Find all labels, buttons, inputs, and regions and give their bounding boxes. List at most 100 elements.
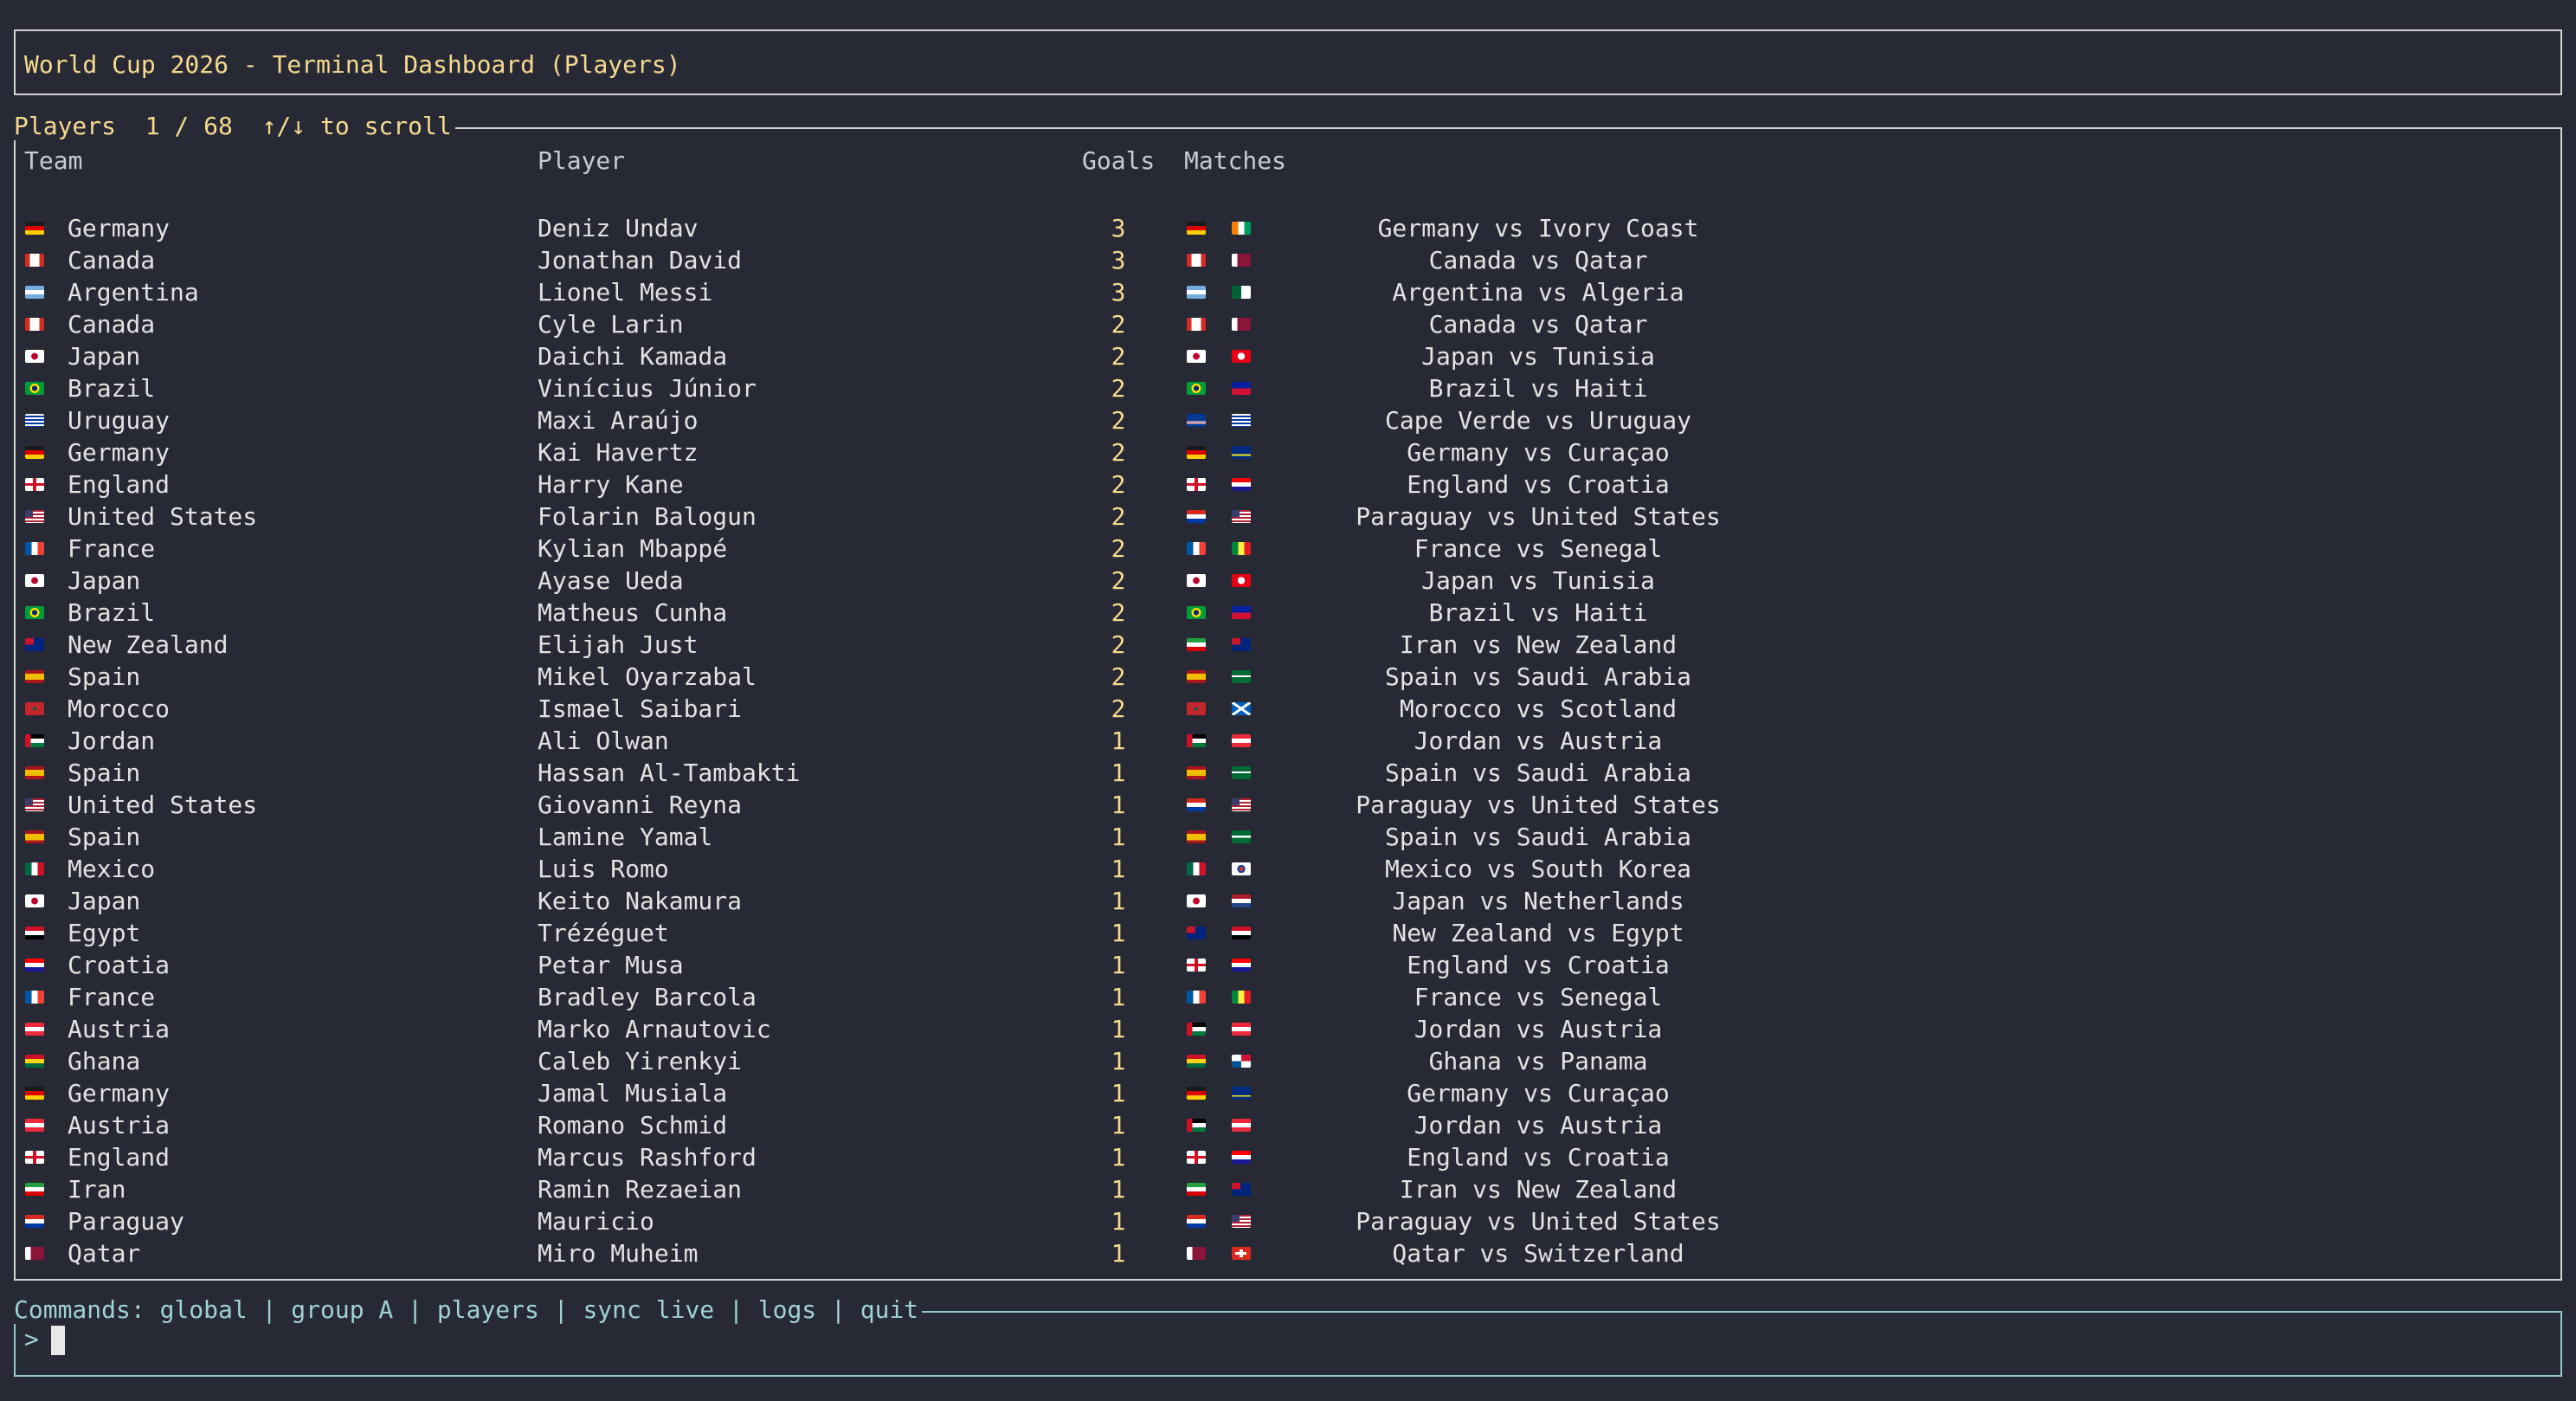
- jordan-flag-icon: [1187, 734, 1206, 747]
- paraguay-flag-icon: [1187, 798, 1206, 811]
- players-panel[interactable]: Players 1 / 68 ↑/↓ to scroll Team Player…: [14, 112, 2562, 1281]
- table-row[interactable]: Paraguay Mauricio 1 Paraguay vs United Stat…: [16, 1205, 2560, 1237]
- croatia-flag-icon: [1232, 478, 1251, 491]
- table-row[interactable]: Mexico Luis Romo 1 Mexico vs South Korea: [16, 853, 2560, 885]
- match-label: Jordan vs Austria: [1414, 1015, 1663, 1043]
- table-row[interactable]: Germany Kai Havertz 2 Germany vs Curaçao: [16, 436, 2560, 468]
- goals-count: 1: [1111, 1111, 1126, 1140]
- japan-flag-icon: [25, 894, 44, 907]
- goals-count: 3: [1111, 246, 1126, 274]
- goals-count: 1: [1111, 1239, 1126, 1268]
- table-row[interactable]: United States Giovanni Reyna 1 Paraguay vs …: [16, 789, 2560, 821]
- player-name: Keito Nakamura: [538, 887, 743, 915]
- qatar-flag-icon: [1232, 254, 1251, 267]
- table-row[interactable]: Uruguay Maxi Araújo 2 Cape Verde vs Uruguay: [16, 404, 2560, 436]
- command-input[interactable]: >: [24, 1325, 65, 1355]
- table-row[interactable]: Austria Marko Arnautovic 1 Jordan vs Austri…: [16, 1013, 2560, 1045]
- table-row[interactable]: France Kylian Mbappé 2 France vs Senegal: [16, 533, 2560, 565]
- table-row[interactable]: France Bradley Barcola 1 France vs Senegal: [16, 981, 2560, 1013]
- table-row[interactable]: Croatia Petar Musa 1 England vs Croatia: [16, 949, 2560, 981]
- saudi-arabia-flag-icon: [1232, 670, 1251, 683]
- player-name: Deniz Undav: [538, 214, 699, 242]
- germany-flag-icon: [1187, 222, 1206, 235]
- table-row[interactable]: Austria Romano Schmid 1 Jordan vs Austria: [16, 1109, 2560, 1141]
- south-korea-flag-icon: [1232, 862, 1251, 875]
- team-name: New Zealand: [68, 630, 229, 659]
- table-row[interactable]: England Marcus Rashford 1 England vs Croati…: [16, 1141, 2560, 1173]
- new-zealand-flag-icon: [25, 638, 44, 651]
- table-row[interactable]: Japan Keito Nakamura 1 Japan vs Netherlands: [16, 885, 2560, 917]
- team-name: Japan: [68, 342, 141, 371]
- match-label: Iran vs New Zealand: [1399, 1175, 1678, 1204]
- player-name: Marcus Rashford: [538, 1143, 757, 1172]
- team-name: Austria: [68, 1111, 171, 1140]
- table-row[interactable]: Spain Hassan Al-Tambakti 1 Spain vs Saudi A…: [16, 757, 2560, 789]
- germany-flag-icon: [25, 1087, 44, 1100]
- table-row[interactable]: Brazil Matheus Cunha 2 Brazil vs Haiti: [16, 597, 2560, 629]
- table-row[interactable]: Ghana Caleb Yirenkyi 1 Ghana vs Panama: [16, 1045, 2560, 1077]
- player-name: Bradley Barcola: [538, 983, 757, 1011]
- germany-flag-icon: [1187, 1087, 1206, 1100]
- match-label: England vs Croatia: [1407, 951, 1670, 979]
- match-label: Japan vs Netherlands: [1392, 887, 1684, 915]
- table-row[interactable]: Germany Jamal Musiala 1 Germany vs Curaçao: [16, 1077, 2560, 1109]
- team-name: Uruguay: [68, 406, 171, 435]
- player-name: Luis Romo: [538, 855, 669, 883]
- goals-count: 2: [1111, 374, 1126, 403]
- match-label: France vs Senegal: [1414, 534, 1663, 563]
- table-row[interactable]: Morocco Ismael Saibari 2 Morocco vs Scotlan…: [16, 693, 2560, 725]
- match-label: Spain vs Saudi Arabia: [1384, 759, 1691, 787]
- team-name: England: [68, 1143, 171, 1172]
- match-label: England vs Croatia: [1407, 1143, 1670, 1172]
- goals-count: 2: [1111, 310, 1126, 339]
- team-name: Iran: [68, 1175, 126, 1204]
- player-name: Romano Schmid: [538, 1111, 728, 1140]
- qatar-flag-icon: [1187, 1247, 1206, 1260]
- player-name: Harry Kane: [538, 470, 684, 499]
- scotland-flag-icon: [1232, 702, 1251, 715]
- table-row[interactable]: Canada Cyle Larin 2 Canada vs Qatar: [16, 308, 2560, 340]
- ghana-flag-icon: [1187, 1055, 1206, 1068]
- team-name: Germany: [68, 214, 171, 242]
- table-row[interactable]: Spain Mikel Oyarzabal 2 Spain vs Saudi Arab…: [16, 661, 2560, 693]
- table-row[interactable]: Qatar Miro Muheim 1 Qatar vs Switzerland: [16, 1237, 2560, 1269]
- spain-flag-icon: [1187, 766, 1206, 779]
- table-row[interactable]: Jordan Ali Olwan 1 Jordan vs Austria: [16, 725, 2560, 757]
- matches-column-header: Matches: [1184, 146, 1287, 175]
- table-row[interactable]: England Harry Kane 2 England vs Croatia: [16, 468, 2560, 500]
- saudi-arabia-flag-icon: [1232, 830, 1251, 843]
- match-label: Paraguay vs United States: [1356, 502, 1721, 531]
- algeria-flag-icon: [1232, 286, 1251, 299]
- table-row[interactable]: Brazil Vinícius Júnior 2 Brazil vs Haiti: [16, 372, 2560, 404]
- player-name: Daichi Kamada: [538, 342, 728, 371]
- canada-flag-icon: [1187, 318, 1206, 331]
- cape-verde-flag-icon: [1187, 414, 1206, 427]
- table-row[interactable]: New Zealand Elijah Just 2 Iran vs New Zeala…: [16, 629, 2560, 661]
- table-row[interactable]: Iran Ramin Rezaeian 1 Iran vs New Zealand: [16, 1173, 2560, 1205]
- team-name: United States: [68, 791, 258, 819]
- table-row[interactable]: Spain Lamine Yamal 1 Spain vs Saudi Arabia: [16, 821, 2560, 853]
- table-row[interactable]: Germany Deniz Undav 3 Germany vs Ivory Coas…: [16, 212, 2560, 244]
- title-panel: World Cup 2026 - Terminal Dashboard (Pla…: [14, 29, 2562, 95]
- curacao-flag-icon: [1232, 1087, 1251, 1100]
- table-row[interactable]: United States Folarin Balogun 2 Paraguay vs…: [16, 500, 2560, 533]
- table-row[interactable]: Egypt Trézéguet 1 New Zealand vs Egypt: [16, 917, 2560, 949]
- brazil-flag-icon: [1187, 606, 1206, 619]
- japan-flag-icon: [1187, 574, 1206, 587]
- team-name: Brazil: [68, 374, 156, 403]
- austria-flag-icon: [1232, 734, 1251, 747]
- iran-flag-icon: [1187, 638, 1206, 651]
- senegal-flag-icon: [1232, 991, 1251, 1004]
- match-label: Spain vs Saudi Arabia: [1384, 823, 1691, 851]
- commands-panel[interactable]: Commands: global | group A | players | s…: [14, 1295, 2562, 1377]
- team-name: Ghana: [68, 1047, 141, 1075]
- england-flag-icon: [25, 478, 44, 491]
- table-row[interactable]: Canada Jonathan David 3 Canada vs Qatar: [16, 244, 2560, 276]
- match-label: Iran vs New Zealand: [1399, 630, 1678, 659]
- morocco-flag-icon: [1187, 702, 1206, 715]
- spain-flag-icon: [25, 670, 44, 683]
- table-row[interactable]: Japan Daichi Kamada 2 Japan vs Tunisia: [16, 340, 2560, 372]
- table-row[interactable]: Japan Ayase Ueda 2 Japan vs Tunisia: [16, 565, 2560, 597]
- team-name: Japan: [68, 566, 141, 595]
- table-row[interactable]: Argentina Lionel Messi 3 Argentina vs Alger…: [16, 276, 2560, 308]
